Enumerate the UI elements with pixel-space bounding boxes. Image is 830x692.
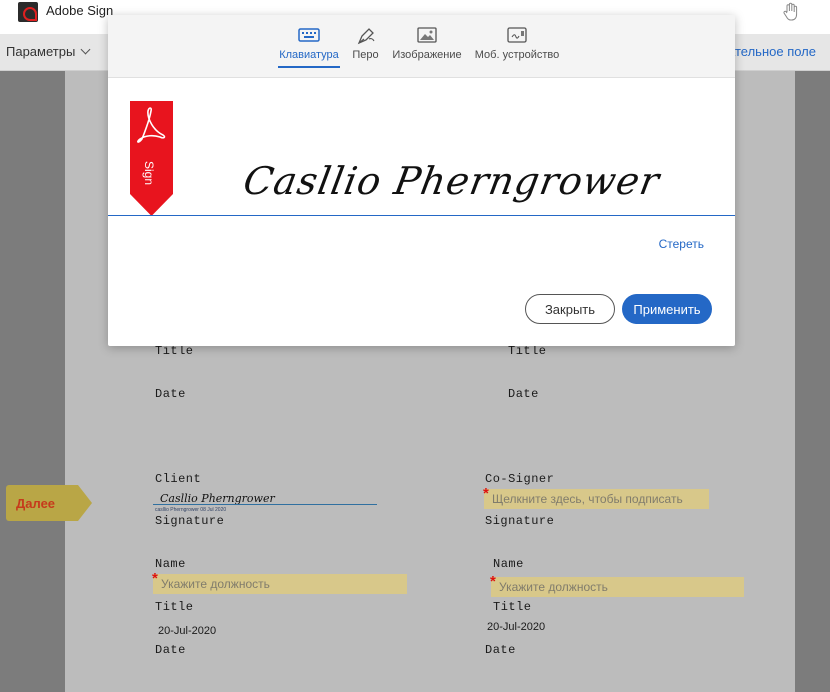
options-label: Параметры	[6, 44, 76, 59]
adobe-sign-flag-icon: Sign	[130, 101, 173, 216]
tab-mobile[interactable]: Моб. устройство	[474, 25, 560, 61]
pen-icon	[357, 28, 374, 45]
app-title: Adobe Sign	[46, 3, 114, 18]
adobe-sign-logo	[18, 2, 38, 22]
signature-label-right: Signature	[485, 514, 555, 528]
tab-pen-label: Перо	[352, 49, 379, 61]
required-field-button[interactable]: ательное поле	[728, 44, 816, 59]
date-value: 20-Jul-2020	[158, 625, 217, 637]
tab-image[interactable]: Изображение	[392, 25, 462, 61]
title-input-left[interactable]: * Укажите должность	[152, 570, 407, 594]
clear-link[interactable]: Стереть	[659, 237, 704, 251]
close-button[interactable]: Закрыть	[525, 294, 615, 324]
date-label: Date	[155, 387, 186, 401]
cosigner-label: Co-Signer	[485, 472, 555, 486]
apply-button[interactable]: Применить	[622, 294, 712, 324]
signature-method-tabs: Клавиатура Перо Изображение Моб. устройс…	[108, 15, 735, 78]
name-label-right: Name	[493, 557, 524, 571]
hand-icon[interactable]	[782, 2, 800, 22]
sign-placeholder: Щелкните здесь, чтобы подписать	[492, 492, 683, 506]
client-label: Client	[155, 472, 202, 486]
title-label-2: Title	[155, 600, 194, 614]
tab-keyboard-label: Клавиатура	[279, 49, 339, 61]
chevron-down-icon	[80, 44, 91, 55]
next-button[interactable]: Далее	[6, 485, 92, 521]
signature-label: Signature	[155, 514, 225, 528]
date-label-right-2: Date	[485, 643, 516, 657]
signature-caption: casllio Pherngrower 08 Jul 2020	[155, 507, 227, 513]
tab-keyboard[interactable]: Клавиатура	[278, 25, 340, 68]
tab-pen[interactable]: Перо	[352, 25, 379, 61]
title-label-right-2: Title	[493, 600, 532, 614]
signature-underline	[153, 504, 377, 505]
date-label-2: Date	[155, 643, 186, 657]
keyboard-icon	[298, 28, 320, 42]
required-asterisk: *	[483, 485, 489, 502]
date-label-right: Date	[508, 387, 539, 401]
signature-dialog: Клавиатура Перо Изображение Моб. устройс…	[108, 15, 735, 346]
image-icon	[417, 27, 437, 43]
signature-baseline	[108, 215, 735, 216]
cosigner-sign-field[interactable]: * Щелкните здесь, чтобы подписать	[483, 485, 709, 509]
required-asterisk: *	[490, 573, 496, 590]
name-label: Name	[155, 557, 186, 571]
title-placeholder: Укажите должность	[161, 577, 270, 591]
date-value-right: 20-Jul-2020	[487, 621, 546, 633]
title-label: Title	[155, 344, 194, 358]
title-input-right[interactable]: * Укажите должность	[490, 573, 744, 597]
required-asterisk: *	[152, 570, 158, 587]
tab-mobile-label: Моб. устройство	[474, 49, 560, 61]
title-placeholder-right: Укажите должность	[499, 580, 608, 594]
typed-signature: Casllio Pherngrower	[240, 159, 664, 203]
sign-flag-text: Sign	[142, 161, 156, 185]
tab-image-label: Изображение	[392, 49, 462, 61]
title-label-right: Title	[508, 344, 547, 358]
options-dropdown[interactable]: Параметры	[6, 44, 91, 59]
mobile-device-icon	[507, 27, 527, 43]
